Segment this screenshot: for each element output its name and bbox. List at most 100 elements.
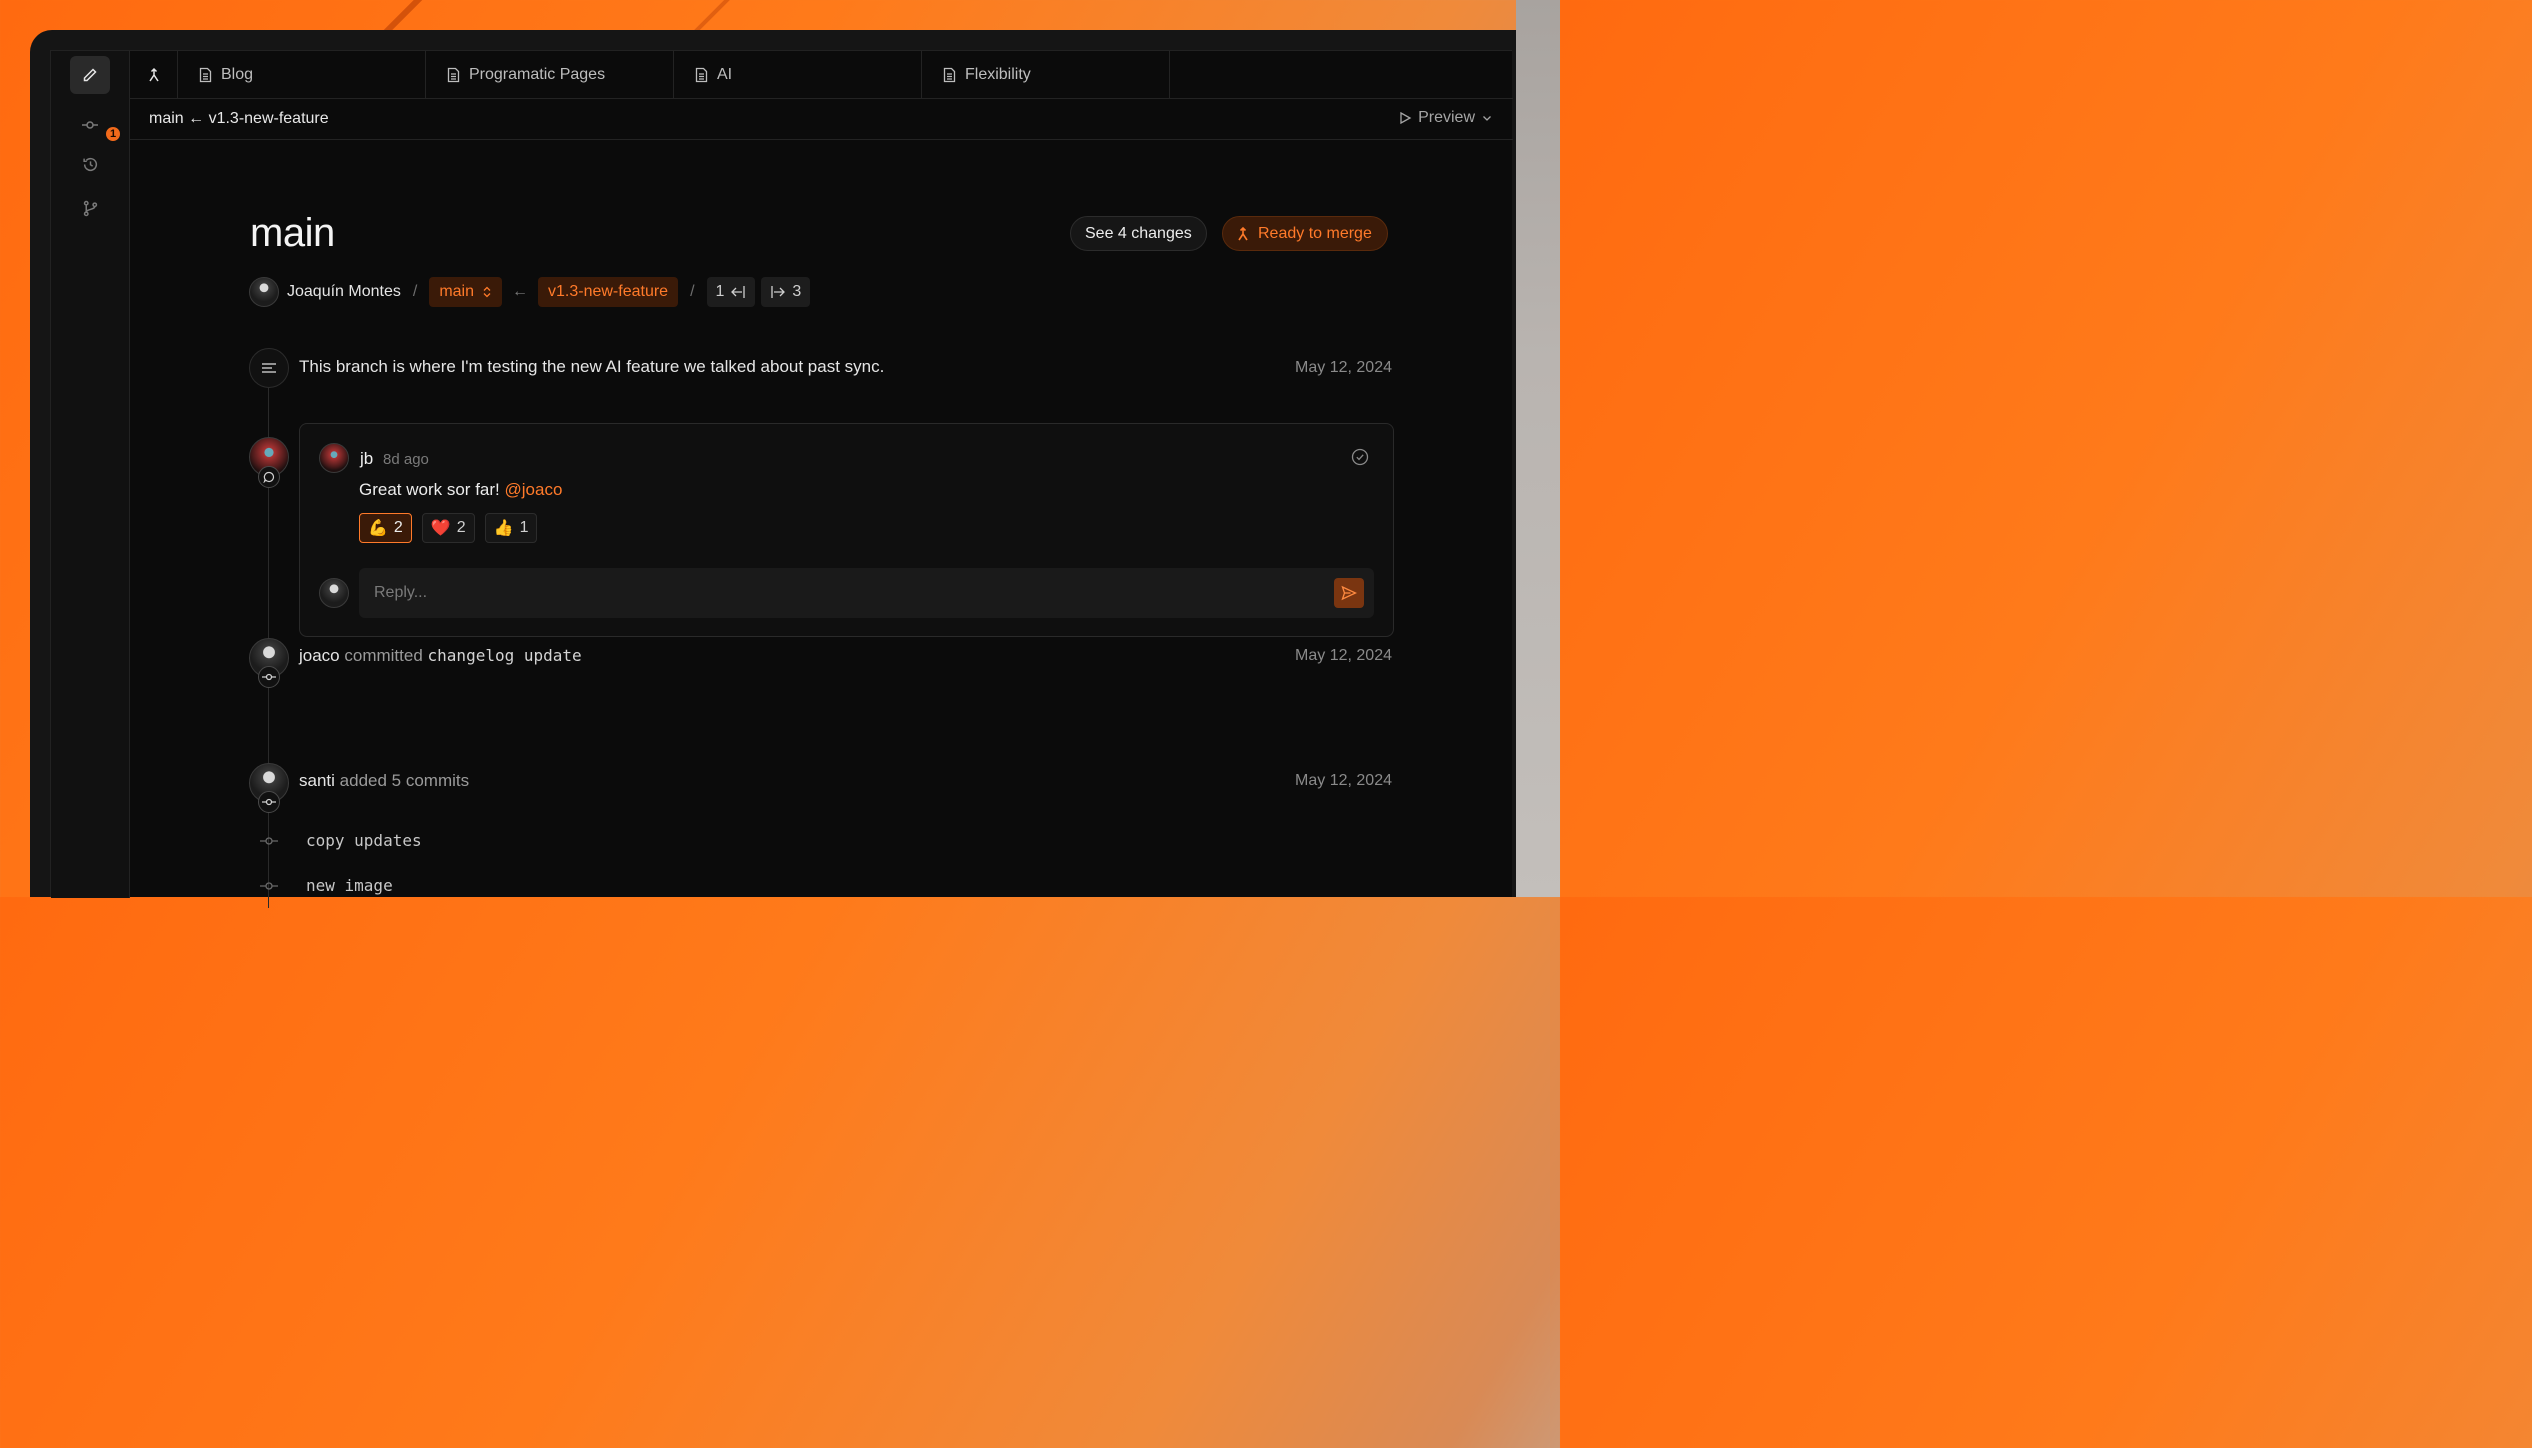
avatar (319, 578, 349, 608)
commit-icon (260, 881, 278, 890)
author-name[interactable]: Joaquín Montes (287, 283, 401, 301)
document-icon (943, 67, 956, 83)
text-align-icon (262, 363, 276, 373)
thumbs-up-emoji: 👍 (493, 520, 514, 537)
tab-flexibility[interactable]: Flexibility (922, 51, 1170, 99)
comment-time: 8d ago (383, 451, 429, 468)
commit-icon (262, 673, 276, 681)
reply-box (359, 568, 1374, 618)
commit-icon (262, 798, 276, 806)
commit-message: new image (306, 876, 393, 895)
avatar[interactable] (249, 277, 279, 307)
commit-marker (258, 791, 280, 813)
edit-button[interactable] (70, 56, 110, 94)
commit-icon (260, 836, 278, 845)
commit-item[interactable]: copy updates (258, 831, 422, 850)
commit-marker (258, 666, 280, 688)
arrow-to-left-icon (731, 286, 746, 298)
mention-link[interactable]: @joaco (505, 480, 563, 499)
ready-to-merge-button[interactable]: Ready to merge (1222, 216, 1388, 251)
merge-label: Ready to merge (1258, 224, 1372, 242)
comment-thread: jb 8d ago Great work sor far! @joaco 💪 2… (299, 423, 1394, 637)
event-user[interactable]: santi (299, 771, 335, 790)
reaction-thumbs-up[interactable]: 👍 1 (484, 513, 538, 543)
app-window: 1 Blog Programatic Pages AI Flexibility (50, 50, 1513, 908)
description-marker (249, 348, 289, 388)
event-user[interactable]: joaco (299, 646, 340, 665)
tab-label: Blog (221, 66, 254, 83)
reply-input[interactable] (359, 568, 1319, 618)
tab-blog[interactable]: Blog (178, 51, 426, 99)
branch-meta: Joaquín Montes / main ← v1.3-new-feature… (249, 277, 811, 307)
base-branch-label: main (439, 283, 474, 300)
comment-body: Great work sor far! (359, 480, 500, 499)
page-title: main (250, 211, 335, 255)
tab-bar: Blog Programatic Pages AI Flexibility (130, 51, 1513, 99)
notification-badge: 1 (104, 125, 122, 143)
resolve-button[interactable] (1351, 448, 1369, 471)
event-commit: joaco committed changelog update (299, 646, 582, 666)
event-action: committed (344, 646, 423, 665)
tab-merge-request[interactable] (130, 51, 178, 99)
commit-icon (82, 121, 98, 129)
separator: / (690, 283, 695, 300)
merge-icon (148, 67, 159, 82)
base-branch-selector[interactable]: main (429, 277, 502, 307)
muscle-emoji: 💪 (368, 520, 388, 537)
commit-item[interactable]: new image (258, 876, 393, 895)
history-button[interactable] (70, 145, 110, 183)
left-rail: 1 (51, 51, 130, 898)
preview-dropdown[interactable]: Preview (1398, 109, 1493, 127)
head-branch-pill[interactable]: v1.3-new-feature (538, 277, 679, 307)
comment-text: Great work sor far! @joaco (359, 480, 562, 500)
branches-button[interactable] (70, 189, 110, 227)
separator: / (412, 283, 418, 300)
reaction-count: 2 (393, 519, 403, 536)
background-edge (1516, 0, 1560, 897)
branch-bar: main ← v1.3-new-feature Preview (130, 99, 1513, 140)
chat-bubble-icon (263, 471, 275, 483)
arrow-left-icon: ← (512, 283, 528, 300)
reaction-count: 2 (456, 519, 466, 536)
branch-path: main ← v1.3-new-feature (149, 110, 329, 127)
send-button[interactable] (1334, 578, 1364, 608)
reaction-count: 1 (519, 519, 529, 536)
event-date: May 12, 2024 (1295, 647, 1392, 664)
comment-marker (258, 466, 280, 488)
reactions: 💪 2 ❤️ 2 👍 1 (359, 513, 538, 543)
tab-programatic-pages[interactable]: Programatic Pages (426, 51, 674, 99)
see-changes-button[interactable]: See 4 changes (1070, 216, 1207, 251)
reaction-heart[interactable]: ❤️ 2 (421, 513, 475, 543)
arrow-from-left-icon (771, 286, 786, 298)
preview-label: Preview (1418, 109, 1475, 126)
chevron-up-down-icon (483, 286, 491, 298)
tab-ai[interactable]: AI (674, 51, 922, 99)
history-icon (82, 157, 97, 171)
commit-message[interactable]: changelog update (428, 646, 582, 665)
event-add-commits: santi added 5 commits (299, 771, 469, 791)
branch-icon (83, 200, 97, 216)
description-date: May 12, 2024 (1295, 359, 1392, 376)
behind-count-value: 1 (715, 283, 725, 300)
document-icon (447, 67, 460, 83)
check-circle-icon (1351, 448, 1369, 466)
pencil-icon (83, 68, 97, 82)
heart-emoji: ❤️ (430, 520, 451, 537)
comment-author[interactable]: jb (360, 449, 373, 469)
commits-button[interactable]: 1 (70, 106, 122, 144)
tab-label: AI (717, 66, 733, 83)
document-icon (199, 67, 212, 83)
ahead-count[interactable]: 3 (761, 277, 811, 307)
reaction-muscle[interactable]: 💪 2 (359, 513, 412, 543)
tab-label: Flexibility (965, 66, 1031, 83)
branch-description: This branch is where I'm testing the new… (299, 357, 885, 376)
tab-label: Programatic Pages (469, 66, 606, 83)
send-icon (1341, 585, 1357, 601)
behind-count[interactable]: 1 (706, 277, 756, 307)
chevron-down-icon (1483, 116, 1491, 121)
event-action: added 5 commits (339, 771, 470, 790)
event-date: May 12, 2024 (1295, 772, 1392, 789)
commit-message: copy updates (306, 831, 422, 850)
avatar[interactable] (319, 443, 349, 473)
play-icon (1400, 111, 1412, 125)
